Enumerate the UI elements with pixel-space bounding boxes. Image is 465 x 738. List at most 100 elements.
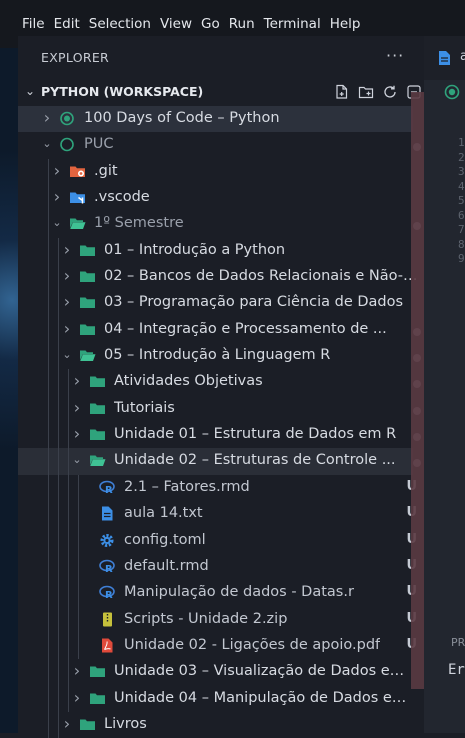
- svg-text:R: R: [105, 564, 113, 574]
- chevron-right-icon[interactable]: ›: [62, 240, 72, 259]
- new-file-icon[interactable]: [334, 84, 350, 100]
- tree-folder-row[interactable]: › 03 – Programação para Ciência de Dados: [18, 290, 413, 317]
- indent-guide: [78, 632, 79, 660]
- editor-tab[interactable]: a: [424, 36, 465, 80]
- chevron-right-icon[interactable]: ›: [72, 661, 82, 680]
- chevron-down-icon[interactable]: ⌄: [52, 216, 62, 229]
- chevron-down-icon[interactable]: ⌄: [62, 348, 72, 361]
- indent-guide: [48, 606, 49, 633]
- tree-folder-row[interactable]: ⌄ 05 – Introdução à Linguagem R: [18, 343, 421, 370]
- chevron-right-icon[interactable]: ›: [62, 714, 72, 733]
- indent-guide: [48, 316, 49, 344]
- indent-guide: [68, 474, 69, 502]
- menu-item-file[interactable]: File: [22, 16, 45, 32]
- indent-guide: [68, 685, 69, 712]
- scrollbar[interactable]: [411, 92, 424, 689]
- indent-guide: [68, 395, 69, 423]
- folder-icon: [79, 243, 96, 258]
- chevron-down-icon[interactable]: ⌄: [72, 453, 82, 466]
- indent-guide: [58, 659, 59, 686]
- tree-folder-row[interactable]: › Tutoriais: [18, 395, 421, 423]
- chevron-right-icon[interactable]: ›: [62, 292, 72, 311]
- folder-icon: [89, 664, 106, 679]
- indent-guide: [48, 501, 49, 528]
- tree-folder-row[interactable]: › .vscode: [18, 185, 413, 212]
- gear-icon: [99, 533, 116, 548]
- tree-folder-row[interactable]: › Unidade 01 – Estrutura de Dados em R: [18, 422, 421, 449]
- chevron-right-icon[interactable]: ›: [62, 266, 72, 285]
- indent-guide: [58, 316, 59, 344]
- menu-item-go[interactable]: Go: [201, 16, 220, 32]
- more-actions-icon[interactable]: ···: [386, 46, 404, 65]
- tree-item-label: Unidade 04 – Manipulação de Dados em R: [114, 689, 418, 706]
- r-icon: R: [99, 480, 116, 496]
- tree-file-row[interactable]: Unidade 02 - Ligações de apoio.pdfU: [18, 632, 417, 660]
- chevron-right-icon[interactable]: ›: [72, 371, 82, 390]
- tree-item-label: Unidade 02 – Estruturas de Controle ...: [114, 452, 396, 469]
- indent-guide: [48, 527, 49, 554]
- indent-guide: [78, 527, 79, 554]
- chevron-right-icon[interactable]: ›: [72, 424, 82, 443]
- tree-item-label: PUC: [84, 136, 114, 153]
- chevron-right-icon[interactable]: ›: [52, 161, 62, 180]
- tree-file-row[interactable]: RManipulação de dados - Datas.rU: [18, 580, 417, 607]
- refresh-icon[interactable]: [382, 84, 398, 100]
- tree-file-row[interactable]: Scripts - Unidade 2.zipU: [18, 606, 417, 633]
- chevron-right-icon[interactable]: ›: [62, 319, 72, 338]
- tree-folder-row[interactable]: › 01 – Introdução a Python: [18, 237, 413, 265]
- indent-guide: [78, 580, 79, 607]
- indent-guide: [48, 158, 49, 186]
- menu-item-view[interactable]: View: [160, 16, 192, 32]
- tree-folder-row[interactable]: › .git: [18, 158, 413, 186]
- indent-guide: [48, 448, 49, 475]
- explorer-panel: EXPLORER ··· ⌄ PYTHON (WORKSPACE) › 100 D…: [18, 36, 424, 738]
- tree-folder-row[interactable]: › Unidade 03 – Visualização de Dados em R: [18, 659, 418, 686]
- chevron-right-icon[interactable]: ›: [42, 108, 52, 127]
- repo-circle-outline-icon: [59, 137, 76, 152]
- folder-open-icon: [69, 216, 86, 231]
- chevron-right-icon[interactable]: ›: [72, 688, 82, 707]
- menu-item-edit[interactable]: Edit: [54, 16, 80, 32]
- indent-guide: [68, 580, 69, 607]
- indent-guide: [68, 527, 69, 554]
- indent-guide: [48, 685, 49, 712]
- indent-guide: [58, 711, 59, 738]
- tree-item-label: 1º Semestre: [94, 215, 184, 232]
- tree-item-label: Manipulação de dados - Datas.r: [124, 584, 354, 601]
- menu-item-run[interactable]: Run: [229, 16, 255, 32]
- new-folder-icon[interactable]: [358, 84, 374, 100]
- tree-folder-row[interactable]: › Atividades Objetivas: [18, 369, 421, 396]
- tree-folder-row[interactable]: ⌄ 1º Semestre: [18, 211, 421, 238]
- folder-icon: [89, 374, 106, 389]
- tree-file-row[interactable]: Rdefault.rmdU: [18, 553, 417, 581]
- svg-text:R: R: [105, 590, 113, 600]
- tree-item-label: Atividades Objetivas: [114, 373, 263, 390]
- tree-file-row[interactable]: config.tomlU: [18, 527, 417, 554]
- tree-folder-row[interactable]: › 04 – Integração e Processamento de ...: [18, 316, 421, 344]
- indent-guide: [48, 211, 49, 238]
- panel-title[interactable]: PR: [451, 636, 465, 649]
- git-folder-icon: [69, 164, 86, 179]
- tree-item-label: Livros: [104, 715, 147, 732]
- tree-file-row[interactable]: aula 14.txtU: [18, 501, 417, 528]
- pdf-icon: [99, 638, 116, 653]
- tree-folder-row[interactable]: › Unidade 04 – Manipulação de Dados em R: [18, 685, 418, 712]
- indent-guide: [48, 422, 49, 449]
- menu-item-selection[interactable]: Selection: [89, 16, 151, 32]
- tree-file-row[interactable]: R2.1 – Fatores.rmdU: [18, 474, 417, 502]
- workspace-header[interactable]: ⌄ PYTHON (WORKSPACE): [18, 81, 424, 103]
- tree-folder-row[interactable]: › Livros: [18, 711, 413, 738]
- tree-folder-row[interactable]: › 100 Days of Code – Python: [18, 106, 413, 133]
- indent-guide: [58, 290, 59, 317]
- indent-guide: [68, 422, 69, 449]
- tree-folder-row[interactable]: › 02 – Bancos de Dados Relacionais e Não-…: [18, 264, 418, 291]
- menu-item-help[interactable]: Help: [330, 16, 361, 32]
- chevron-right-icon[interactable]: ›: [72, 398, 82, 417]
- explorer-title: EXPLORER: [41, 50, 110, 65]
- chevron-down-icon[interactable]: ⌄: [42, 137, 52, 150]
- indent-guide: [58, 606, 59, 633]
- menu-item-terminal[interactable]: Terminal: [264, 16, 321, 32]
- chevron-right-icon[interactable]: ›: [52, 187, 62, 206]
- tree-folder-row[interactable]: ⌄ Unidade 02 – Estruturas de Controle ...: [18, 448, 421, 475]
- tree-folder-row[interactable]: ⌄ PUC: [18, 132, 421, 158]
